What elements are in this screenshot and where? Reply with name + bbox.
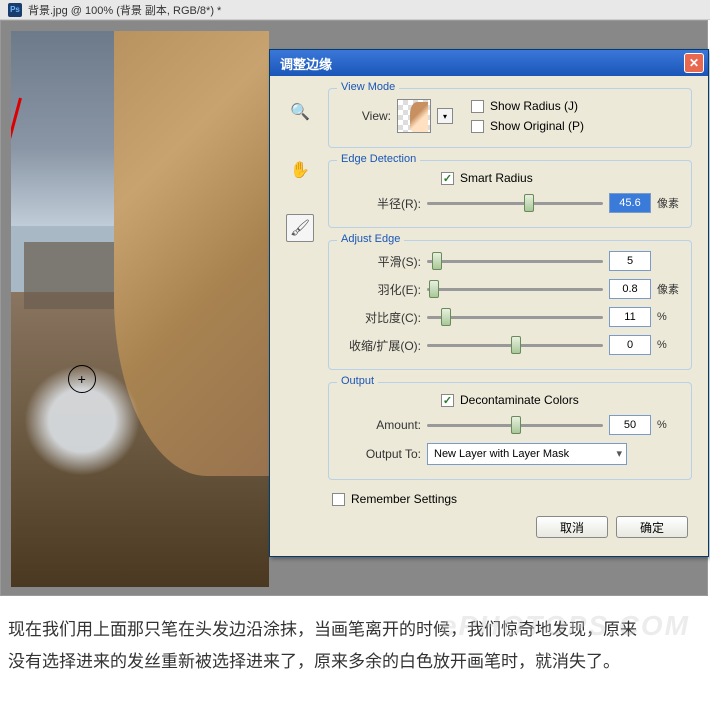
contrast-label: 对比度(C): <box>341 309 421 326</box>
amount-unit: % <box>657 419 679 431</box>
feather-unit: 像素 <box>657 281 679 297</box>
smooth-input[interactable] <box>609 251 651 271</box>
window-titlebar: Ps 背景.jpg @ 100% (背景 副本, RGB/8*) * <box>0 0 710 20</box>
dialog-title-text: 调整边缘 <box>280 54 332 73</box>
amount-label: Amount: <box>341 418 421 432</box>
show-original-checkbox[interactable] <box>471 120 484 133</box>
view-thumbnail[interactable] <box>397 99 431 133</box>
smart-radius-checkbox[interactable]: ✓ <box>441 172 454 185</box>
radius-unit: 像素 <box>657 195 679 211</box>
contrast-unit: % <box>657 311 679 323</box>
ok-button[interactable]: 确定 <box>616 516 688 538</box>
decontaminate-checkbox[interactable]: ✓ <box>441 394 454 407</box>
shift-input[interactable] <box>609 335 651 355</box>
cancel-button[interactable]: 取消 <box>536 516 608 538</box>
feather-label: 羽化(E): <box>341 281 421 298</box>
radius-label: 半径(R): <box>341 195 421 212</box>
smooth-slider[interactable] <box>427 251 603 271</box>
amount-slider[interactable] <box>427 415 603 435</box>
edge-detection-legend: Edge Detection <box>337 153 420 165</box>
show-radius-label: Show Radius (J) <box>490 99 578 113</box>
decontaminate-label: Decontaminate Colors <box>460 393 579 407</box>
output-legend: Output <box>337 375 378 387</box>
edge-detection-group: Edge Detection ✓ Smart Radius 半径(R): 像素 <box>328 160 692 228</box>
amount-input[interactable] <box>609 415 651 435</box>
adjust-edge-group: Adjust Edge 平滑(S): 羽化(E): 像素 <box>328 240 692 370</box>
canvas-area: + 调整边缘 ✕ 🔍 ✋ 🖌 View Mode View: <box>0 20 708 596</box>
smooth-label: 平滑(S): <box>341 253 421 270</box>
view-dropdown-arrow[interactable]: ▾ <box>437 108 453 124</box>
window-title: 背景.jpg @ 100% (背景 副本, RGB/8*) * <box>28 2 221 18</box>
photoshop-icon: Ps <box>8 3 22 17</box>
feather-slider[interactable] <box>427 279 603 299</box>
watermark: ePHOTOPS.COM <box>441 599 690 652</box>
output-to-select[interactable]: New Layer with Layer Mask <box>427 443 627 465</box>
dialog-titlebar[interactable]: 调整边缘 ✕ <box>270 50 708 76</box>
shift-unit: % <box>657 339 679 351</box>
view-label: View: <box>341 109 391 123</box>
hand-tool-icon[interactable]: ✋ <box>286 156 314 184</box>
output-group: Output ✓ Decontaminate Colors Amount: % <box>328 382 692 480</box>
view-mode-legend: View Mode <box>337 81 399 93</box>
shift-slider[interactable] <box>427 335 603 355</box>
caption-text: 现在我们用上面那只笔在头发边沿涂抹，当画笔离开的时候，我们惊奇地发现，原来 没有… <box>0 596 710 703</box>
remember-label: Remember Settings <box>351 492 457 506</box>
brush-cursor: + <box>68 365 96 393</box>
smart-radius-label: Smart Radius <box>460 171 533 185</box>
photo-canvas[interactable]: + <box>11 31 269 587</box>
zoom-tool-icon[interactable]: 🔍 <box>286 98 314 126</box>
radius-input[interactable] <box>609 193 651 213</box>
show-original-label: Show Original (P) <box>490 119 584 133</box>
close-button[interactable]: ✕ <box>684 53 704 73</box>
radius-slider[interactable] <box>427 193 603 213</box>
brush-tool-icon[interactable]: 🖌 <box>286 214 314 242</box>
show-radius-checkbox[interactable] <box>471 100 484 113</box>
adjust-edge-legend: Adjust Edge <box>337 233 404 245</box>
remember-checkbox[interactable] <box>332 493 345 506</box>
view-mode-group: View Mode View: ▾ Show Radius (J) <box>328 88 692 148</box>
output-to-label: Output To: <box>341 447 421 461</box>
refine-edge-dialog: 调整边缘 ✕ 🔍 ✋ 🖌 View Mode View: ▾ <box>269 49 709 557</box>
contrast-input[interactable] <box>609 307 651 327</box>
contrast-slider[interactable] <box>427 307 603 327</box>
shift-label: 收缩/扩展(O): <box>341 337 421 354</box>
feather-input[interactable] <box>609 279 651 299</box>
